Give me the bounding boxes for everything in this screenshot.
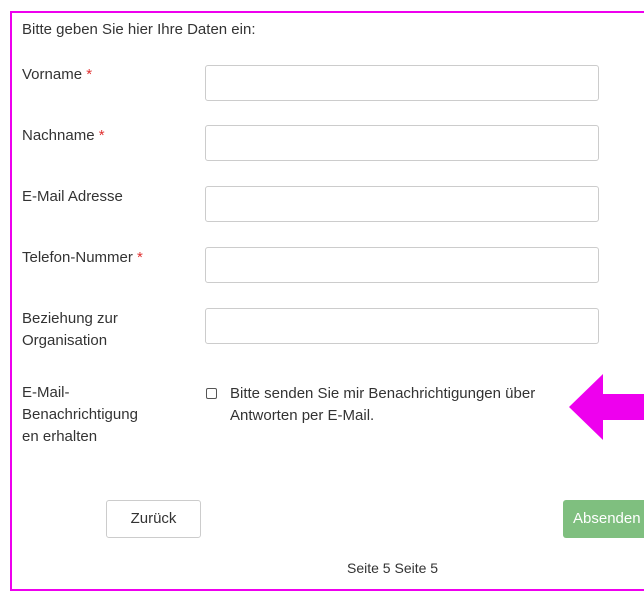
last-name-label-text: Nachname xyxy=(22,127,95,144)
phone-label: Telefon-Nummer * xyxy=(22,247,172,269)
required-marker: * xyxy=(98,127,105,144)
back-button[interactable]: Zurück xyxy=(106,500,201,538)
required-marker: * xyxy=(137,249,143,266)
page-indicator: Seite 5 Seite 5 xyxy=(347,560,439,576)
phone-input[interactable] xyxy=(205,247,599,283)
required-marker: * xyxy=(86,66,93,83)
notifications-checkbox-label[interactable]: Bitte senden Sie mir Benachrichtigungen … xyxy=(230,383,560,427)
relationship-label-text: Beziehung zur Organisation xyxy=(22,310,118,349)
relationship-label: Beziehung zur Organisation xyxy=(22,308,162,352)
first-name-input[interactable] xyxy=(205,65,599,101)
email-label-text: E-Mail Adresse xyxy=(22,188,123,205)
email-input[interactable] xyxy=(205,186,599,222)
notifications-checkbox[interactable] xyxy=(206,388,217,399)
form-intro: Bitte geben Sie hier Ihre Daten ein: xyxy=(22,21,256,38)
first-name-label-text: Vorname xyxy=(22,66,83,83)
phone-label-text: Telefon-Nummer xyxy=(22,249,133,266)
relationship-input[interactable] xyxy=(205,308,599,344)
submit-button[interactable]: Absenden xyxy=(563,500,644,538)
notifications-label: E-Mail-Benachrichtigungen erhalten xyxy=(22,384,138,445)
email-label: E-Mail Adresse xyxy=(22,186,172,208)
last-name-input[interactable] xyxy=(205,125,599,161)
first-name-label: Vorname * xyxy=(22,64,172,86)
arrow-left-icon xyxy=(569,374,644,440)
last-name-label: Nachname * xyxy=(22,125,172,147)
